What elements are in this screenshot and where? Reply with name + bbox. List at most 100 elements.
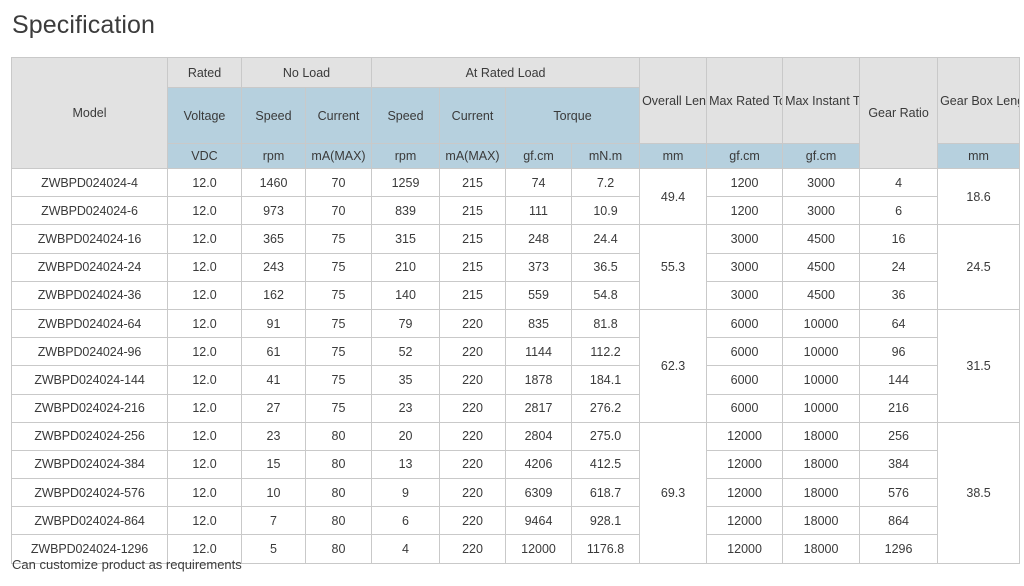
cell-gear-ratio: 216 (860, 394, 938, 422)
cell-gear-ratio: 576 (860, 479, 938, 507)
cell-overall-length: 62.3 (640, 309, 707, 422)
cell-rated-speed: 839 (372, 197, 440, 225)
cell-torque-gfcm: 248 (506, 225, 572, 253)
cell-torque-mnm: 54.8 (572, 281, 640, 309)
cell-model: ZWBPD024024-6 (12, 197, 168, 225)
cell-voltage: 12.0 (168, 338, 242, 366)
table-row: ZWBPD024024-1612.03657531521524824.455.3… (12, 225, 1020, 253)
cell-no-load-current: 70 (306, 169, 372, 197)
cell-torque-mnm: 275.0 (572, 422, 640, 450)
cell-gear-box-length: 31.5 (938, 309, 1020, 422)
cell-max-rated-torque: 6000 (707, 394, 783, 422)
cell-rated-speed: 315 (372, 225, 440, 253)
cell-max-instant-torque: 18000 (783, 507, 860, 535)
cell-model: ZWBPD024024-576 (12, 479, 168, 507)
specification-page: Specification Model Rat (0, 0, 1024, 586)
cell-rated-current: 220 (440, 366, 506, 394)
cell-rated-speed: 6 (372, 507, 440, 535)
cell-max-rated-torque: 1200 (707, 169, 783, 197)
cell-model: ZWBPD024024-64 (12, 309, 168, 337)
cell-torque-gfcm: 12000 (506, 535, 572, 563)
table-row: ZWBPD024024-86412.078062209464928.112000… (12, 507, 1020, 535)
header-max-instant-torque: Max Instant Torque of Gear Box (783, 58, 860, 144)
header-model: Model (12, 58, 168, 169)
cell-rated-current: 220 (440, 338, 506, 366)
cell-gear-ratio: 24 (860, 253, 938, 281)
cell-torque-gfcm: 74 (506, 169, 572, 197)
cell-model: ZWBPD024024-24 (12, 253, 168, 281)
cell-max-rated-torque: 12000 (707, 450, 783, 478)
table-header: Model Rated No Load At Rated Load Overal… (12, 58, 1020, 169)
cell-torque-gfcm: 835 (506, 309, 572, 337)
cell-no-load-current: 80 (306, 450, 372, 478)
cell-no-load-current: 75 (306, 225, 372, 253)
cell-rated-speed: 52 (372, 338, 440, 366)
header-sub-rated-speed: Speed (372, 88, 440, 144)
cell-torque-mnm: 412.5 (572, 450, 640, 478)
cell-max-rated-torque: 3000 (707, 225, 783, 253)
cell-model: ZWBPD024024-216 (12, 394, 168, 422)
cell-max-rated-torque: 3000 (707, 253, 783, 281)
cell-torque-gfcm: 2817 (506, 394, 572, 422)
cell-voltage: 12.0 (168, 309, 242, 337)
cell-rated-speed: 1259 (372, 169, 440, 197)
table-row: ZWBPD024024-612.09737083921511110.912003… (12, 197, 1020, 225)
cell-no-load-current: 80 (306, 507, 372, 535)
cell-torque-gfcm: 4206 (506, 450, 572, 478)
cell-max-instant-torque: 10000 (783, 309, 860, 337)
cell-voltage: 12.0 (168, 169, 242, 197)
cell-voltage: 12.0 (168, 422, 242, 450)
cell-rated-speed: 140 (372, 281, 440, 309)
header-unit-gear-box-length: mm (938, 144, 1020, 169)
cell-max-instant-torque: 4500 (783, 253, 860, 281)
cell-gear-box-length: 18.6 (938, 169, 1020, 225)
cell-voltage: 12.0 (168, 479, 242, 507)
cell-rated-current: 220 (440, 507, 506, 535)
cell-no-load-speed: 243 (242, 253, 306, 281)
cell-voltage: 12.0 (168, 253, 242, 281)
cell-rated-current: 220 (440, 450, 506, 478)
header-overall-length: Overall Length (640, 58, 707, 144)
cell-voltage: 12.0 (168, 394, 242, 422)
header-group-rated: Rated (168, 58, 242, 88)
header-sub-no-load-speed: Speed (242, 88, 306, 144)
table-row: ZWBPD024024-14412.04175352201878184.1600… (12, 366, 1020, 394)
cell-gear-box-length: 24.5 (938, 225, 1020, 310)
cell-torque-mnm: 24.4 (572, 225, 640, 253)
cell-model: ZWBPD024024-144 (12, 366, 168, 394)
cell-max-rated-torque: 12000 (707, 479, 783, 507)
cell-max-rated-torque: 12000 (707, 507, 783, 535)
cell-voltage: 12.0 (168, 281, 242, 309)
cell-no-load-current: 80 (306, 535, 372, 563)
cell-rated-current: 215 (440, 253, 506, 281)
cell-torque-gfcm: 6309 (506, 479, 572, 507)
header-sub-torque: Torque (506, 88, 640, 144)
cell-no-load-speed: 162 (242, 281, 306, 309)
table-row: ZWBPD024024-38412.01580132204206412.5120… (12, 450, 1020, 478)
cell-no-load-speed: 10 (242, 479, 306, 507)
cell-torque-mnm: 618.7 (572, 479, 640, 507)
cell-rated-current: 215 (440, 197, 506, 225)
cell-torque-mnm: 10.9 (572, 197, 640, 225)
cell-no-load-current: 80 (306, 479, 372, 507)
cell-no-load-current: 75 (306, 309, 372, 337)
cell-max-instant-torque: 3000 (783, 169, 860, 197)
cell-max-rated-torque: 3000 (707, 281, 783, 309)
cell-no-load-speed: 1460 (242, 169, 306, 197)
cell-max-rated-torque: 6000 (707, 338, 783, 366)
cell-no-load-speed: 61 (242, 338, 306, 366)
header-unit-no-load-speed: rpm (242, 144, 306, 169)
cell-no-load-speed: 23 (242, 422, 306, 450)
cell-max-instant-torque: 10000 (783, 338, 860, 366)
cell-torque-gfcm: 9464 (506, 507, 572, 535)
cell-model: ZWBPD024024-864 (12, 507, 168, 535)
cell-no-load-current: 75 (306, 253, 372, 281)
header-gear-box-length: Gear Box Length (938, 58, 1020, 144)
table-row: ZWBPD024024-3612.01627514021555954.83000… (12, 281, 1020, 309)
cell-gear-ratio: 4 (860, 169, 938, 197)
cell-torque-mnm: 184.1 (572, 366, 640, 394)
cell-max-instant-torque: 3000 (783, 197, 860, 225)
table-row: ZWBPD024024-25612.02380202202804275.069.… (12, 422, 1020, 450)
table-row: ZWBPD024024-412.01460701259215747.249.41… (12, 169, 1020, 197)
cell-torque-mnm: 276.2 (572, 394, 640, 422)
